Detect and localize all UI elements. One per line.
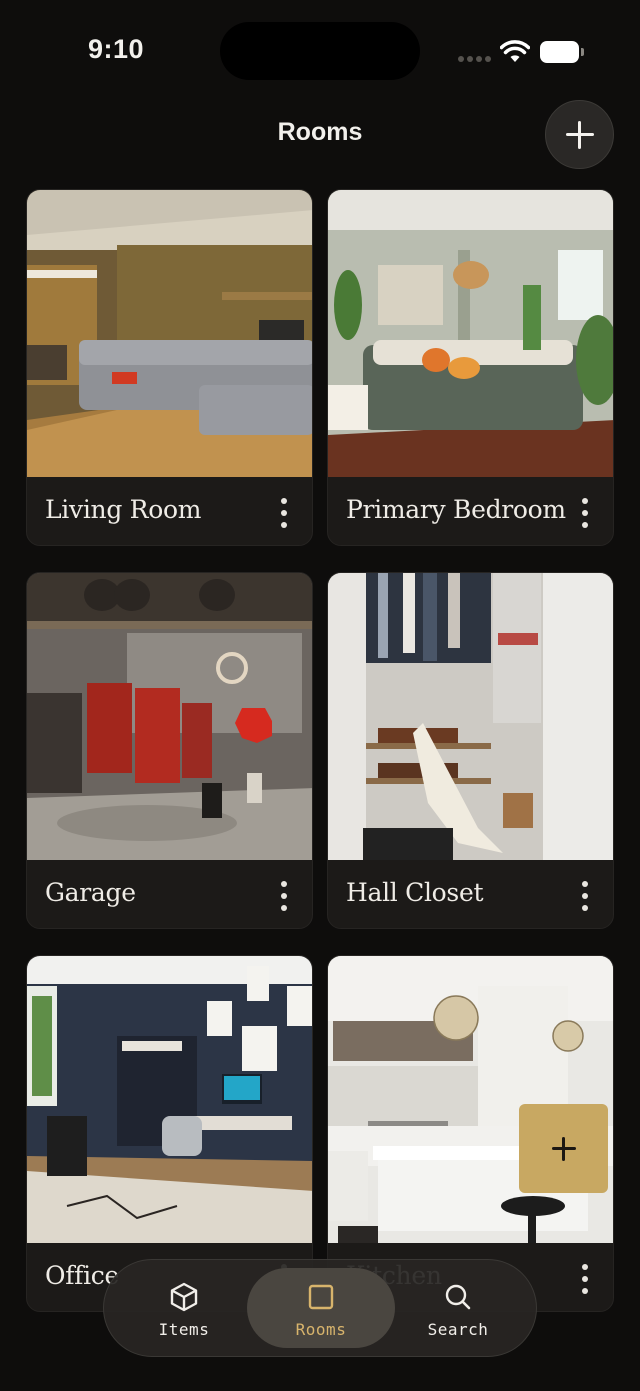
room-photo: [328, 956, 613, 1243]
battery-icon: [540, 41, 584, 63]
more-vertical-icon[interactable]: [575, 496, 595, 530]
room-photo: [328, 573, 613, 860]
wifi-icon: [500, 40, 530, 62]
room-name: Hall Closet: [346, 878, 484, 907]
tab-label: Search: [427, 1320, 489, 1339]
add-room-button[interactable]: [545, 100, 614, 169]
add-item-fab[interactable]: [519, 1104, 608, 1193]
room-name: Living Room: [45, 495, 202, 524]
square-icon: [308, 1284, 334, 1310]
room-card-hall-closet[interactable]: Hall Closet: [327, 572, 614, 929]
room-photo: [27, 573, 312, 860]
room-photo: [27, 956, 312, 1243]
more-vertical-icon[interactable]: [274, 879, 294, 913]
room-photo: [328, 190, 613, 477]
more-vertical-icon[interactable]: [575, 1262, 595, 1296]
page-title: Rooms: [277, 118, 363, 146]
room-card-primary-bedroom[interactable]: Primary Bedroom: [327, 189, 614, 546]
status-bar: 9:10: [0, 0, 640, 100]
tab-bar: Items Rooms Search: [103, 1259, 537, 1357]
more-vertical-icon[interactable]: [274, 496, 294, 530]
room-name: Garage: [45, 878, 136, 907]
room-photo: [27, 190, 312, 477]
dynamic-island: [220, 22, 420, 80]
tab-items[interactable]: Items: [110, 1268, 258, 1348]
tab-search[interactable]: Search: [384, 1268, 532, 1348]
room-name: Primary Bedroom: [346, 495, 566, 524]
room-card-garage[interactable]: Garage: [26, 572, 313, 929]
tab-rooms[interactable]: Rooms: [247, 1268, 395, 1348]
tab-label: Items: [158, 1320, 210, 1339]
more-vertical-icon[interactable]: [575, 879, 595, 913]
room-card-living-room[interactable]: Living Room: [26, 189, 313, 546]
tab-label: Rooms: [295, 1320, 347, 1339]
cellular-signal-icon: [458, 56, 492, 62]
status-time: 9:10: [88, 34, 145, 64]
cube-icon: [170, 1282, 198, 1312]
search-icon: [445, 1284, 471, 1310]
